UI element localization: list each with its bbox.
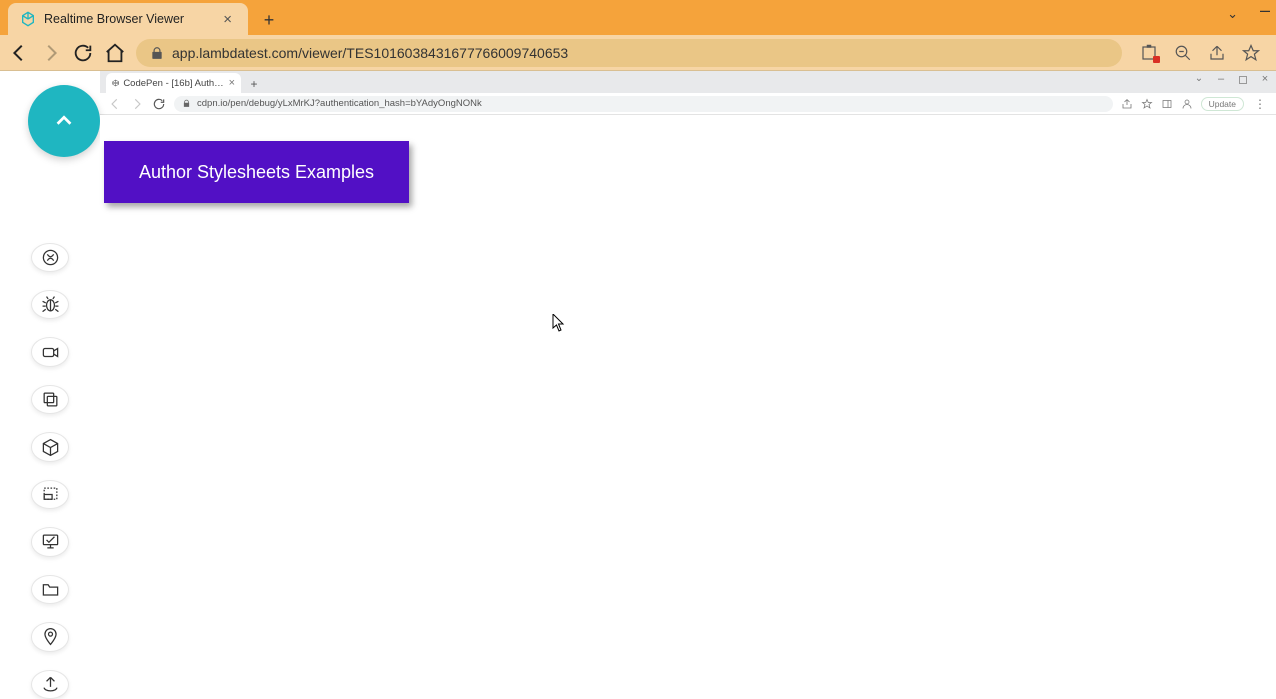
bug-icon[interactable] bbox=[31, 290, 69, 319]
location-icon[interactable] bbox=[31, 622, 69, 651]
collapse-fab[interactable] bbox=[28, 85, 100, 157]
panel-icon[interactable] bbox=[1161, 98, 1173, 110]
back-button[interactable] bbox=[8, 42, 30, 64]
outer-address-bar[interactable]: app.lambdatest.com/viewer/TES10160384316… bbox=[136, 39, 1122, 67]
outer-address-text: app.lambdatest.com/viewer/TES10160384316… bbox=[172, 45, 568, 61]
share-icon[interactable] bbox=[1121, 98, 1133, 110]
sidebar bbox=[0, 71, 100, 699]
close-icon[interactable]: × bbox=[219, 9, 236, 30]
close-icon[interactable]: × bbox=[1258, 73, 1272, 87]
inner-tab-active[interactable]: CodePen - [16b] Author Styleshe × bbox=[106, 73, 241, 93]
profile-icon[interactable] bbox=[1181, 98, 1193, 110]
video-icon[interactable] bbox=[31, 337, 69, 366]
outer-tabstrip: Realtime Browser Viewer × + ⌄ – bbox=[0, 0, 1276, 35]
hero-banner: Author Stylesheets Examples bbox=[104, 141, 409, 203]
reload-button[interactable] bbox=[72, 42, 94, 64]
inner-address-bar[interactable]: cdpn.io/pen/debug/yLxMrKJ?authentication… bbox=[174, 96, 1113, 112]
new-tab-button[interactable]: + bbox=[254, 5, 284, 35]
inner-browser: CodePen - [16b] Author Styleshe × + ⌄ – … bbox=[100, 71, 1276, 699]
inner-tabstrip: CodePen - [16b] Author Styleshe × + ⌄ – … bbox=[100, 71, 1276, 93]
forward-button[interactable] bbox=[40, 42, 62, 64]
lock-icon bbox=[182, 99, 191, 108]
hero-text: Author Stylesheets Examples bbox=[139, 162, 374, 183]
layout-icon[interactable] bbox=[31, 480, 69, 509]
inner-new-tab-button[interactable]: + bbox=[245, 75, 263, 93]
inner-forward-button[interactable] bbox=[130, 97, 144, 111]
minimize-icon[interactable]: – bbox=[1260, 0, 1270, 22]
share-icon[interactable] bbox=[1208, 44, 1226, 62]
monitor-icon[interactable] bbox=[31, 527, 69, 556]
chevron-down-icon[interactable]: ⌄ bbox=[1192, 73, 1206, 87]
minimize-icon[interactable]: – bbox=[1214, 73, 1228, 87]
inner-reload-button[interactable] bbox=[152, 97, 166, 111]
close-icon[interactable]: × bbox=[229, 77, 235, 89]
kebab-menu-icon[interactable]: ⋮ bbox=[1252, 97, 1268, 111]
cube-icon[interactable] bbox=[31, 432, 69, 461]
upload-icon[interactable] bbox=[31, 670, 69, 699]
maximize-icon[interactable] bbox=[1236, 73, 1250, 87]
star-icon[interactable] bbox=[1141, 98, 1153, 110]
folder-icon[interactable] bbox=[31, 575, 69, 604]
inner-tab-title: CodePen - [16b] Author Styleshe bbox=[123, 78, 224, 89]
zoom-icon[interactable] bbox=[1174, 44, 1192, 62]
codepen-icon bbox=[112, 78, 119, 88]
inner-back-button[interactable] bbox=[108, 97, 122, 111]
star-icon[interactable] bbox=[1242, 44, 1260, 62]
inner-page: Author Stylesheets Examples bbox=[100, 115, 1276, 699]
copy-icon[interactable] bbox=[31, 385, 69, 414]
inner-toolbar: cdpn.io/pen/debug/yLxMrKJ?authentication… bbox=[100, 93, 1276, 115]
chevron-down-icon[interactable]: ⌄ bbox=[1227, 6, 1238, 22]
outer-tab-active[interactable]: Realtime Browser Viewer × bbox=[8, 3, 248, 35]
extension-icon[interactable] bbox=[1140, 44, 1158, 62]
lambdatest-logo-icon bbox=[20, 11, 36, 27]
update-button[interactable]: Update bbox=[1201, 97, 1244, 111]
outer-tab-title: Realtime Browser Viewer bbox=[44, 12, 184, 26]
lock-icon bbox=[150, 46, 164, 60]
outer-toolbar: app.lambdatest.com/viewer/TES10160384316… bbox=[0, 35, 1276, 71]
home-button[interactable] bbox=[104, 42, 126, 64]
switch-icon[interactable] bbox=[31, 243, 69, 272]
inner-address-text: cdpn.io/pen/debug/yLxMrKJ?authentication… bbox=[197, 98, 482, 109]
